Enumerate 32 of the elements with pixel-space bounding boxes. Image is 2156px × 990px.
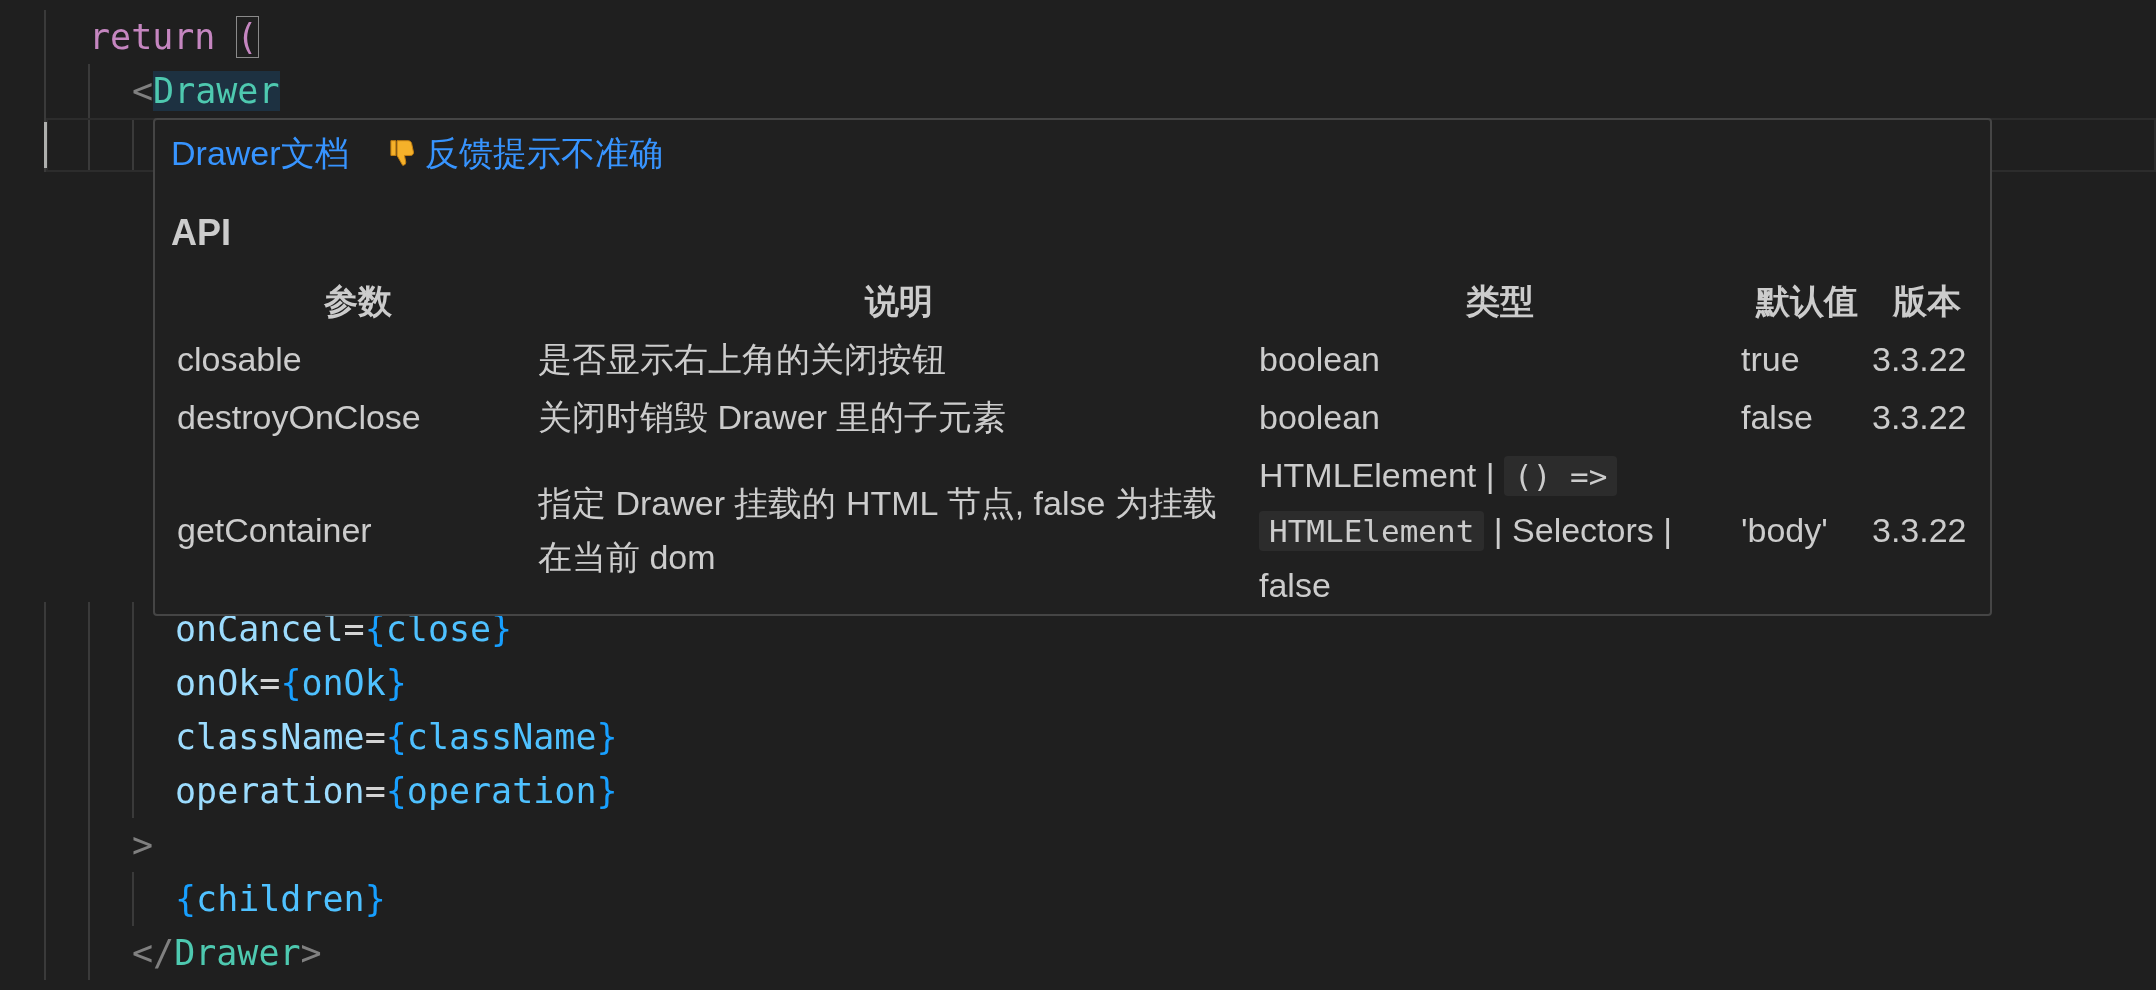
- table-cell-text: boolean: [1259, 339, 1381, 380]
- code-line: return (: [89, 16, 258, 59]
- doc-link[interactable]: Drawer文档: [171, 127, 349, 179]
- column-header: 说明: [864, 281, 933, 322]
- table-cell-text: 关闭时销毁 Drawer 里的子元素: [538, 397, 1008, 438]
- code-line: className={className}: [175, 716, 618, 759]
- column-header: 默认值: [1755, 281, 1858, 322]
- code-line: onOk={onOk}: [175, 662, 407, 705]
- table-cell-text: 3.3.22: [1872, 510, 1968, 551]
- table-cell-text: HTMLElement | () => HTMLElement | Selectors | false: [1259, 455, 1674, 606]
- code-line: {children}: [175, 878, 386, 921]
- feedback-link[interactable]: 反馈提示不准确: [386, 127, 663, 179]
- code-line: >: [132, 824, 154, 867]
- table-cell-text: closable: [177, 339, 303, 380]
- table-cell-text: false: [1741, 397, 1814, 438]
- table-cell-text: 3.3.22: [1872, 339, 1968, 380]
- code-line: </Drawer>: [132, 932, 322, 975]
- table-cell-text: 'body': [1741, 510, 1829, 551]
- code-line: operation={operation}: [175, 770, 618, 813]
- table-cell-text: boolean: [1259, 397, 1381, 438]
- column-header: 版本: [1893, 281, 1961, 322]
- table-cell-text: 3.3.22: [1872, 397, 1968, 438]
- column-header: 参数: [323, 281, 392, 322]
- api-heading: API: [171, 211, 231, 255]
- table-cell-text: 是否显示右上角的关闭按钮: [538, 339, 947, 380]
- table-cell-text: true: [1741, 339, 1801, 380]
- text-cursor: [44, 122, 47, 168]
- column-header: 类型: [1466, 281, 1534, 322]
- table-cell-text: 指定 Drawer 挂载的 HTML 节点, false 为挂载在当前 dom: [538, 483, 1218, 578]
- table-cell-text: getContainer: [177, 510, 373, 551]
- table-cell-text: destroyOnClose: [177, 397, 422, 438]
- code-line: <Drawer: [132, 70, 280, 113]
